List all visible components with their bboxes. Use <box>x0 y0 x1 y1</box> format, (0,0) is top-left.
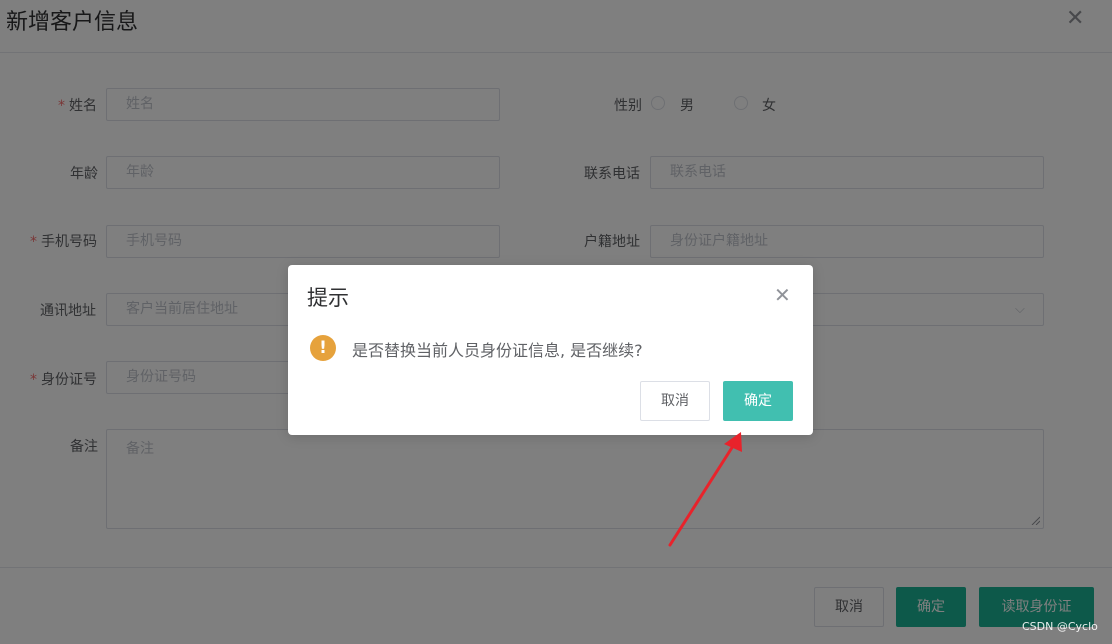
message-cancel-button[interactable]: 取消 <box>640 381 710 421</box>
warning-icon: ! <box>310 335 336 361</box>
message-box-title: 提示 <box>307 286 349 310</box>
watermark: CSDN @Cyclo <box>1022 620 1098 633</box>
close-icon[interactable]: ✕ <box>774 285 791 305</box>
message-confirm-button[interactable]: 确定 <box>723 381 793 421</box>
confirm-message-box: 提示 ✕ ! 是否替换当前人员身份证信息, 是否继续? 取消 确定 <box>288 265 813 435</box>
message-text: 是否替换当前人员身份证信息, 是否继续? <box>352 341 643 360</box>
